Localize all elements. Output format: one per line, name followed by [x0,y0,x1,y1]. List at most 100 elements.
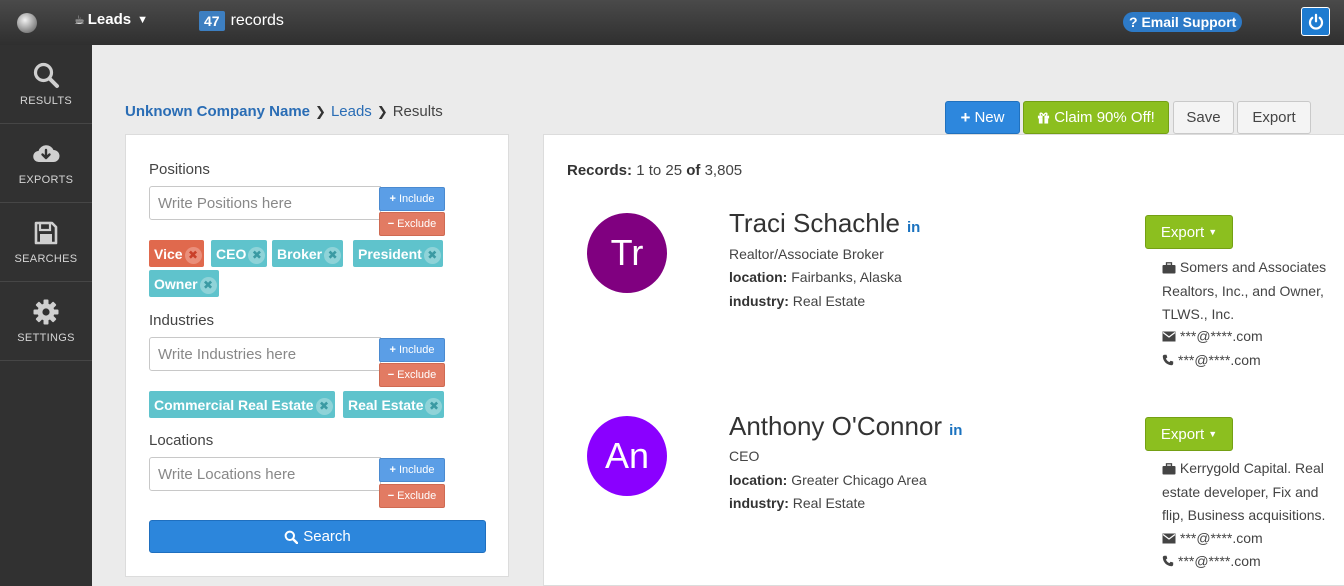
new-button[interactable]: + New [945,101,1020,134]
app-logo-icon[interactable] [17,13,37,33]
envelope-icon [1162,331,1176,341]
position-tag: Broker ✖ [272,240,344,267]
leads-menu[interactable]: ☕ Leads ▼ [74,11,148,28]
minus-icon: − [387,218,395,230]
tag-label: Commercial Real Estate [154,396,314,413]
include-label: Include [398,344,435,356]
industry-tag: Real Estate ✖ [343,391,445,418]
search-button-label: Search [303,528,351,545]
lead-industry: industry: Real Estate [729,495,865,511]
claim-offer-button[interactable]: Claim 90% Off! [1023,101,1169,134]
cloud-download-icon [33,145,60,163]
lead-location: location: Greater Chicago Area [729,472,927,488]
location-value: Fairbanks, Alaska [791,269,902,285]
breadcrumb-current: Results [392,103,443,120]
sidebar-item-label: RESULTS [19,95,73,107]
position-tag: CEO ✖ [211,240,268,267]
positions-label: Positions [149,161,210,178]
plus-icon: + [389,344,396,356]
lead-name[interactable]: Traci Schachle [729,208,900,239]
tag-label: CEO [216,245,247,262]
remove-tag-icon[interactable]: ✖ [184,246,202,264]
claim-offer-label: Claim 90% Off! [1054,109,1155,126]
exclude-label: Exclude [397,490,437,502]
locations-exclude-button[interactable]: − Exclude [379,484,445,508]
remove-tag-icon[interactable]: ✖ [423,246,441,264]
lead-card: An Anthony O'Connor in CEO location: Gre… [544,411,1344,586]
positions-input[interactable] [149,186,381,220]
filter-panel: Positions + Include − Exclude Vice ✖ CEO… [125,134,509,577]
linkedin-icon[interactable]: in [907,219,920,236]
breadcrumb-leads-link[interactable]: Leads [331,103,372,120]
coffee-cup-icon: ☕ [74,12,85,27]
position-tag: Owner ✖ [149,270,219,297]
positions-include-button[interactable]: + Include [379,187,445,211]
tag-label: Real Estate [348,396,424,413]
search-button[interactable]: Search [149,520,486,553]
leads-menu-label: Leads [87,11,132,28]
tag-label: President [358,245,422,262]
briefcase-icon [1162,463,1176,475]
sidebar-item-label: SEARCHES [14,253,78,265]
location-value: Greater Chicago Area [791,472,927,488]
email-support-button[interactable]: ? Email Support [1123,12,1243,32]
linkedin-icon[interactable]: in [949,422,962,439]
positions-exclude-button[interactable]: − Exclude [379,212,445,236]
location-label: location: [729,269,788,285]
exclude-label: Exclude [397,218,437,230]
power-icon [1308,13,1323,30]
remove-tag-icon[interactable]: ✖ [248,246,266,264]
plus-icon: + [389,193,396,205]
email-value: ***@****.com [1180,530,1263,546]
industry-value: Real Estate [792,495,866,511]
phone-value: ***@****.com [1178,553,1261,569]
record-count-badge: 47 [199,11,225,31]
floppy-disk-icon [34,221,58,245]
search-icon [284,530,299,544]
lead-export-button[interactable]: Export ▼ [1145,417,1233,451]
lead-email: ***@****.com [1162,328,1263,344]
industry-label: industry: [729,293,789,309]
lead-email: ***@****.com [1162,530,1263,546]
chevron-right-icon: ❯ [376,103,388,119]
sidebar-item-searches[interactable]: SEARCHES [0,203,92,282]
logout-button[interactable] [1301,7,1330,36]
industries-exclude-button[interactable]: − Exclude [379,363,445,387]
minus-icon: − [387,490,395,502]
tag-label: Owner [154,275,198,292]
sidebar-item-exports[interactable]: EXPORTS [0,124,92,203]
lead-title: Realtor/Associate Broker [729,246,884,262]
phone-icon [1162,555,1174,567]
locations-label: Locations [149,432,214,449]
locations-input[interactable] [149,457,381,491]
locations-include-button[interactable]: + Include [379,458,445,482]
industries-input[interactable] [149,337,381,371]
remove-tag-icon[interactable]: ✖ [199,276,217,294]
export-button[interactable]: Export [1237,101,1311,134]
top-bar: ☕ Leads ▼ 47 records ? Email Support [0,0,1344,45]
remove-tag-icon[interactable]: ✖ [315,397,333,415]
remove-tag-icon[interactable]: ✖ [324,246,342,264]
breadcrumb-company-link[interactable]: Unknown Company Name [125,103,310,120]
lead-export-label: Export [1160,223,1205,241]
records-summary-range: 1 to 25 [636,162,683,179]
lead-company: Somers and Associates Realtors, Inc., an… [1162,256,1334,327]
sidebar-item-results[interactable]: RESULTS [0,45,92,124]
lead-industry: industry: Real Estate [729,293,865,309]
phone-icon [1162,354,1174,366]
save-button[interactable]: Save [1173,101,1234,134]
exclude-label: Exclude [397,369,437,381]
records-summary-of: of [686,162,701,179]
remove-tag-icon[interactable]: ✖ [425,397,443,415]
briefcase-icon [1162,262,1176,274]
lead-name[interactable]: Anthony O'Connor [729,411,942,442]
records-summary-total: 3,805 [704,162,743,179]
lead-export-button[interactable]: Export ▼ [1145,215,1233,249]
industry-tag: Commercial Real Estate ✖ [149,391,335,418]
breadcrumb: Unknown Company Name ❯ Leads ❯ Results [125,103,443,120]
industries-include-button[interactable]: + Include [379,338,445,362]
sidebar-item-settings[interactable]: SETTINGS [0,282,92,361]
gear-icon [33,299,59,325]
record-count-label: records [230,12,284,29]
records-summary-label: Records: [567,162,633,179]
